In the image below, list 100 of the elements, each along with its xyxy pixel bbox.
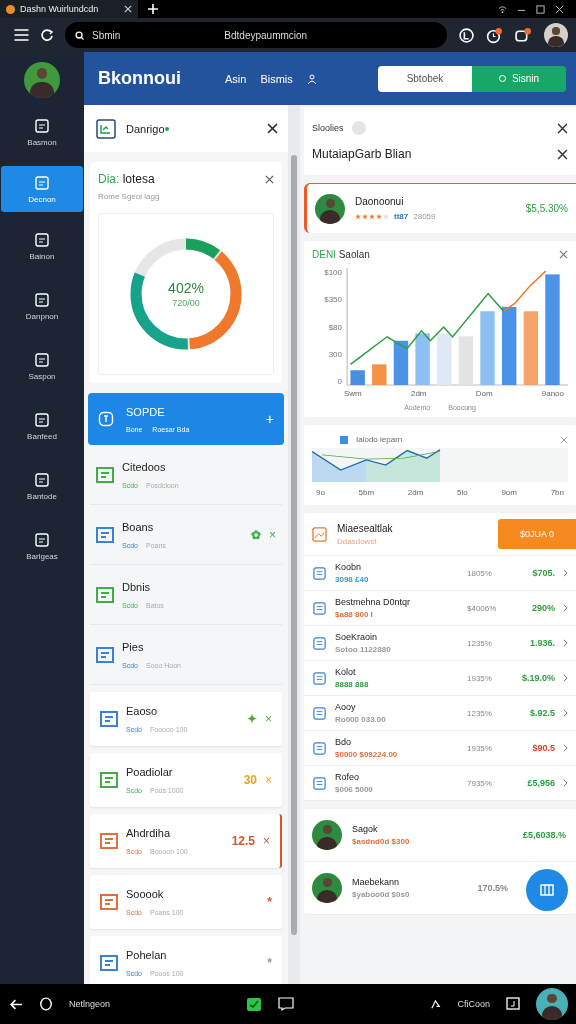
maximize-icon[interactable]	[536, 4, 545, 14]
chat-icon[interactable]	[515, 26, 532, 44]
brand-title: Bkonnoui	[98, 68, 181, 89]
table-subtitle: Ddasdowst	[337, 536, 378, 546]
add-action[interactable]: +	[265, 411, 274, 427]
row-name: Rofeo	[335, 772, 361, 782]
item-icon	[312, 705, 327, 721]
nav-link[interactable]: Bismis	[260, 72, 293, 85]
row-percent: 7935%	[467, 778, 493, 788]
item-title: Dbnis	[122, 580, 152, 593]
table-row[interactable]: Kolot 8888 888 1935% $.19.0%	[304, 661, 576, 696]
panel-title: Danrigo	[126, 122, 165, 135]
person-name: Sagok	[352, 824, 379, 834]
chevron-icon	[563, 569, 568, 577]
image-icon	[312, 526, 327, 542]
item-icon	[312, 565, 327, 581]
panel-subtitle: MutaiapGarb Blian	[312, 147, 412, 161]
item-value: 12.5	[231, 834, 255, 848]
menu-item-icon	[34, 351, 50, 368]
table-row[interactable]: Aooy Ro000 033.00 1235% $.92.5	[304, 696, 576, 731]
person-icon[interactable]	[306, 73, 317, 84]
profile-avatar	[315, 193, 345, 224]
site-icon	[6, 4, 15, 14]
profile-avatar[interactable]	[24, 62, 60, 98]
user-avatar[interactable]	[544, 23, 568, 47]
row-detail: 8888 888	[335, 680, 370, 689]
legend-swatch	[340, 435, 348, 444]
row-name: Koobn	[335, 562, 363, 572]
row-detail: $006 5000	[335, 785, 374, 794]
bar	[437, 333, 452, 385]
item-title: Eaoso	[126, 705, 159, 717]
chat-icon[interactable]	[278, 996, 295, 1012]
remove-action[interactable]: ×	[263, 834, 270, 848]
row-name: Bdo	[335, 737, 352, 747]
axis-label: Dom	[475, 389, 493, 398]
row-name: Kolot	[335, 667, 357, 677]
table-row[interactable]: SoeKraoin Sotoo 1122880 1235% 1.936.	[304, 626, 576, 661]
table-row[interactable]: Koobn 3098 £40 1805% $705.	[304, 556, 576, 591]
item-title: Poadiolar	[126, 766, 174, 778]
person-row[interactable]: Sagok $asdnd0d $300 £5,6038.%	[304, 809, 576, 862]
table-title: Miaesealtlak	[337, 522, 393, 534]
menu-item-icon	[34, 291, 50, 308]
sidebar-item[interactable]: Bainon	[1, 220, 83, 272]
sidebar-item[interactable]: Basmon	[1, 106, 83, 158]
sidebar-item[interactable]: Decnon	[1, 166, 83, 212]
person-detail: $asdnd0d $300	[352, 837, 411, 846]
nav-link[interactable]: Asin	[225, 72, 247, 85]
axis-label: 300	[327, 349, 342, 359]
user-avatar[interactable]	[536, 988, 568, 1020]
sidebar-item[interactable]: Saspon	[1, 340, 83, 392]
refresh-icon[interactable]	[41, 29, 53, 41]
chevron-icon	[563, 639, 568, 647]
menu-item-icon	[34, 174, 50, 191]
profile-code: tt87	[394, 212, 409, 221]
table-row[interactable]: Bdo $0000 $09224.00 1935% $90.5	[304, 731, 576, 766]
close-icon[interactable]	[557, 148, 568, 160]
row-percent: 1235%	[467, 638, 493, 648]
sidebar-item[interactable]: Banfeed	[1, 400, 83, 452]
header-button[interactable]: Sbtobek	[378, 65, 472, 92]
menu-item-icon	[34, 231, 50, 248]
browser-tab[interactable]: Dashn Wuirlundcdn	[0, 0, 138, 18]
row-percent: 1805%	[467, 568, 493, 578]
taskbar-label: CfiCoon	[457, 999, 490, 1009]
history-icon[interactable]	[486, 26, 503, 44]
row-name: SoeKraoin	[335, 632, 379, 642]
table-row[interactable]: Bestmehna D0ntqr $a88 800 I $4006% 290%	[304, 591, 576, 626]
table-row[interactable]: Rofeo $006 5000 7935% £5,956	[304, 766, 576, 801]
sidebar-item[interactable]: Bantode	[1, 460, 83, 512]
card-subtitle: Rome Sgeoi lagg	[98, 192, 161, 201]
new-tab-icon[interactable]	[148, 4, 158, 14]
donut-value: 402%	[168, 280, 204, 296]
home-icon[interactable]	[39, 997, 53, 1011]
row-value: $.92.5	[528, 708, 555, 718]
window-icon[interactable]	[506, 997, 520, 1011]
item-icon	[312, 635, 327, 651]
taskbar-label: Netlngeon	[69, 999, 111, 1009]
chart-icon	[96, 118, 116, 139]
row-detail: 3098 £40	[335, 575, 370, 584]
close-icon[interactable]	[267, 123, 278, 134]
profile-card[interactable]: Daonoonui tt87 28059 $5,5.30%	[304, 183, 576, 233]
address-field[interactable]: Sbmin Bdtdeypaummcion	[65, 22, 447, 48]
extension-icon[interactable]	[459, 27, 474, 43]
row-detail: $a88 800 I	[335, 610, 374, 619]
row-value: 1.936.	[528, 638, 555, 648]
back-icon[interactable]	[10, 997, 23, 1011]
sidebar-item[interactable]: Danpnon	[1, 280, 83, 332]
axis-label: $350	[323, 295, 342, 305]
scrollbar-thumb[interactable]	[291, 155, 297, 935]
sidebar-item[interactable]: Barlgeas	[1, 520, 83, 572]
app-icon[interactable]	[246, 996, 263, 1012]
item-value: *	[267, 895, 272, 909]
item-title: Ahdrdiha	[126, 827, 172, 839]
chevron-icon	[563, 744, 568, 752]
search-icon	[75, 30, 84, 40]
close-icon[interactable]	[265, 174, 274, 184]
close-icon[interactable]	[557, 122, 568, 134]
menu-icon[interactable]	[14, 29, 29, 41]
arrow-icon[interactable]	[430, 998, 442, 1010]
profile-amount: $5,5.30%	[525, 203, 568, 214]
grid-button[interactable]	[526, 869, 568, 911]
